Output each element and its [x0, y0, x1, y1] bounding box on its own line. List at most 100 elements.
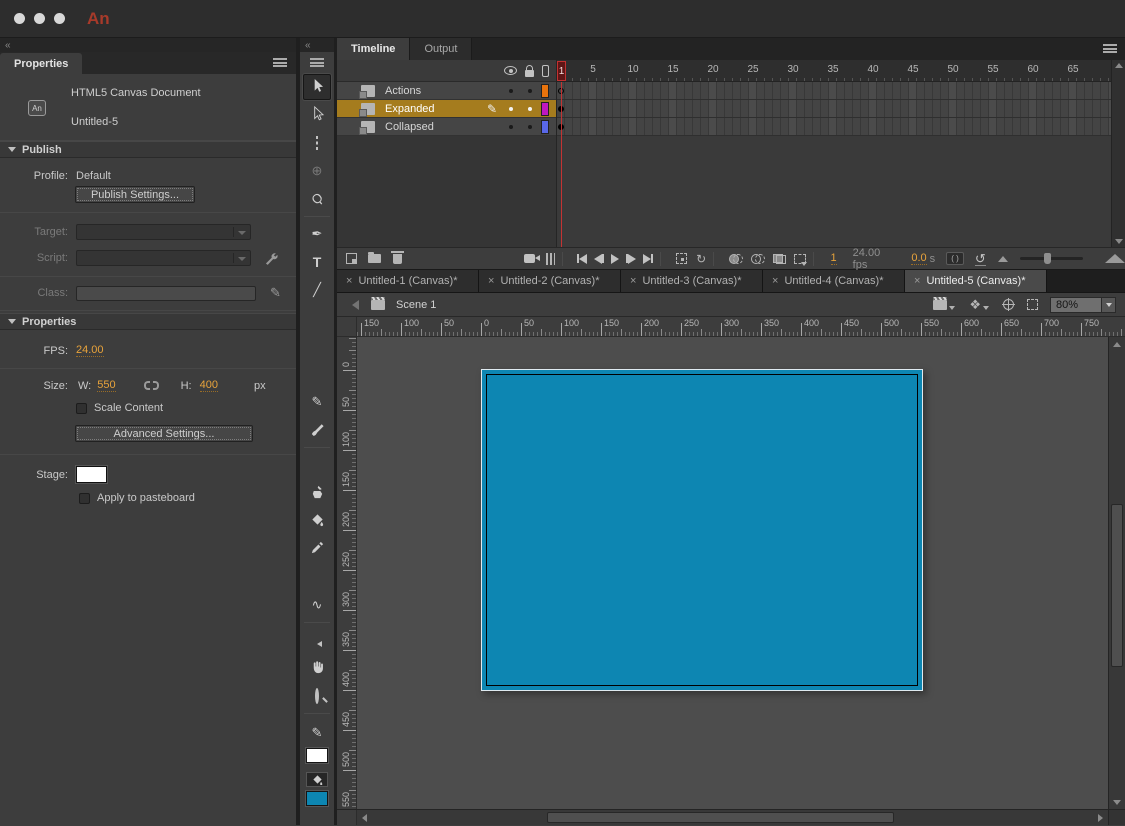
width-value[interactable]: 550	[97, 379, 115, 392]
close-tab-icon[interactable]: ×	[772, 275, 778, 287]
pen-tool-button[interactable]: ✒	[303, 221, 331, 247]
layer-visibility-toggle[interactable]	[501, 89, 520, 93]
new-layer-button[interactable]	[346, 253, 357, 264]
eyedropper-tool-button[interactable]	[303, 536, 331, 562]
clip-content-outside-stage-button[interactable]	[1027, 299, 1038, 310]
camera-button[interactable]	[524, 254, 536, 263]
frame-rate-label[interactable]: 24.00 fps	[853, 247, 898, 271]
scale-content-checkbox[interactable]	[76, 403, 87, 414]
window-minimize-button[interactable]	[34, 13, 45, 24]
height-value[interactable]: 400	[200, 379, 218, 392]
modify-markers-button[interactable]	[794, 254, 806, 264]
document-tab-4[interactable]: ×Untitled-4 (Canvas)*	[763, 270, 905, 292]
scroll-right-icon[interactable]	[1098, 814, 1103, 822]
script-wrench-icon[interactable]	[264, 251, 278, 265]
delete-layer-button[interactable]	[393, 254, 402, 264]
frame-row-expanded[interactable]	[557, 100, 1111, 118]
link-broken-icon[interactable]	[144, 381, 159, 390]
camera-tool-button[interactable]	[303, 627, 331, 653]
scroll-down-icon[interactable]	[1115, 239, 1123, 244]
layer-visibility-toggle[interactable]	[501, 107, 520, 111]
stage-canvas[interactable]	[481, 369, 923, 691]
subselection-tool-button[interactable]	[303, 102, 331, 128]
document-tab-2[interactable]: ×Untitled-2 (Canvas)*	[479, 270, 621, 292]
layer-visibility-toggle[interactable]	[501, 125, 520, 129]
close-tab-icon[interactable]: ×	[914, 275, 920, 287]
polystar-tool-button[interactable]	[303, 361, 331, 387]
onion-skin-outlines-button[interactable]	[751, 254, 765, 264]
step-forward-button[interactable]	[626, 254, 636, 264]
loop-playback-button[interactable]: ↻	[696, 253, 706, 265]
tab-properties[interactable]: Properties	[0, 53, 82, 74]
frame-size-slider[interactable]	[1020, 257, 1083, 260]
pasteboard[interactable]	[357, 337, 1108, 809]
onion-skin-button[interactable]	[729, 254, 743, 264]
layer-depth-button[interactable]	[546, 253, 555, 265]
current-frame-indicator[interactable]: 1	[557, 61, 566, 81]
eraser-tool-button[interactable]	[303, 564, 331, 590]
3d-rotation-tool-button[interactable]: ⊕	[303, 158, 331, 184]
publish-settings-button[interactable]: Publish Settings...	[75, 186, 195, 203]
edit-symbols-dropdown-icon[interactable]	[983, 306, 989, 310]
edit-scene-dropdown-icon[interactable]	[949, 306, 955, 310]
properties-section-header[interactable]: Properties	[0, 313, 296, 330]
rectangle-tool-button[interactable]	[303, 305, 331, 331]
collapse-panel-icon[interactable]: «	[0, 40, 15, 51]
advanced-settings-button[interactable]: Advanced Settings...	[75, 425, 253, 442]
pencil-tool-button[interactable]: ✎	[303, 389, 331, 415]
layer-lock-toggle[interactable]	[520, 107, 539, 111]
selection-tool-button[interactable]	[303, 74, 331, 100]
layer-outline-color[interactable]	[539, 102, 551, 116]
width-tool-button[interactable]: ∿	[303, 592, 331, 618]
zoom-out-frames-icon[interactable]	[998, 256, 1008, 262]
edit-scene-button[interactable]	[933, 300, 947, 310]
frame-row-actions[interactable]	[557, 82, 1111, 100]
close-tab-icon[interactable]: ×	[488, 275, 494, 287]
step-back-button[interactable]	[594, 254, 604, 264]
layer-row-actions[interactable]: Actions	[337, 82, 556, 100]
bone-tool-button[interactable]	[303, 452, 331, 478]
line-tool-button[interactable]: ╱	[303, 277, 331, 303]
apply-pasteboard-checkbox[interactable]	[79, 493, 90, 504]
center-frame-button[interactable]	[676, 253, 687, 264]
scroll-up-icon[interactable]	[1113, 342, 1121, 347]
stage-zoom-dropdown-button[interactable]	[1102, 297, 1116, 313]
stage-color-swatch[interactable]	[76, 466, 107, 483]
edit-multiple-frames-button[interactable]	[773, 254, 786, 264]
scroll-down-icon[interactable]	[1113, 800, 1121, 805]
free-transform-tool-button[interactable]	[303, 130, 331, 156]
timeline-frame-ruler[interactable]: 1 5101520253035404550556065	[557, 60, 1111, 82]
play-button[interactable]	[611, 254, 619, 264]
layer-row-collapsed[interactable]: Collapsed	[337, 118, 556, 136]
tools-menu-icon[interactable]	[310, 58, 324, 67]
layer-outline-color[interactable]	[539, 120, 551, 134]
horizontal-scroll-thumb[interactable]	[547, 812, 894, 823]
vertical-scrollbar[interactable]	[1108, 337, 1125, 809]
frame-row-collapsed[interactable]	[557, 118, 1111, 136]
class-input[interactable]	[76, 286, 256, 301]
slider-thumb[interactable]	[1044, 253, 1051, 264]
paint-bucket-tool-button[interactable]	[303, 508, 331, 534]
hand-tool-button[interactable]	[303, 655, 331, 681]
go-to-last-frame-button[interactable]	[643, 254, 653, 264]
fps-value[interactable]: 24.00	[76, 344, 104, 357]
stage-zoom-field[interactable]: 80%	[1050, 297, 1102, 313]
reset-timeline-zoom-button[interactable]: ↺	[975, 252, 986, 266]
layer-row-expanded[interactable]: Expanded✎	[337, 100, 556, 118]
layer-lock-toggle[interactable]	[520, 89, 539, 93]
zoom-tool-button[interactable]	[303, 683, 331, 709]
show-hide-layers-icon[interactable]	[504, 66, 517, 75]
scroll-up-icon[interactable]	[1115, 63, 1123, 68]
ink-bottle-tool-button[interactable]	[303, 480, 331, 506]
close-tab-icon[interactable]: ×	[630, 275, 636, 287]
publish-section-header[interactable]: Publish	[0, 141, 296, 158]
playhead-line[interactable]	[561, 82, 562, 247]
tab-timeline[interactable]: Timeline	[337, 38, 410, 60]
fill-color-swatch[interactable]	[306, 791, 328, 806]
outline-layers-icon[interactable]	[542, 65, 549, 77]
collapse-tools-icon[interactable]: «	[300, 40, 315, 51]
timeline-menu-icon[interactable]	[1103, 44, 1117, 53]
class-edit-pencil-icon[interactable]: ✎	[270, 285, 281, 301]
new-folder-button[interactable]	[368, 254, 381, 263]
horizontal-scrollbar[interactable]	[372, 810, 1093, 825]
